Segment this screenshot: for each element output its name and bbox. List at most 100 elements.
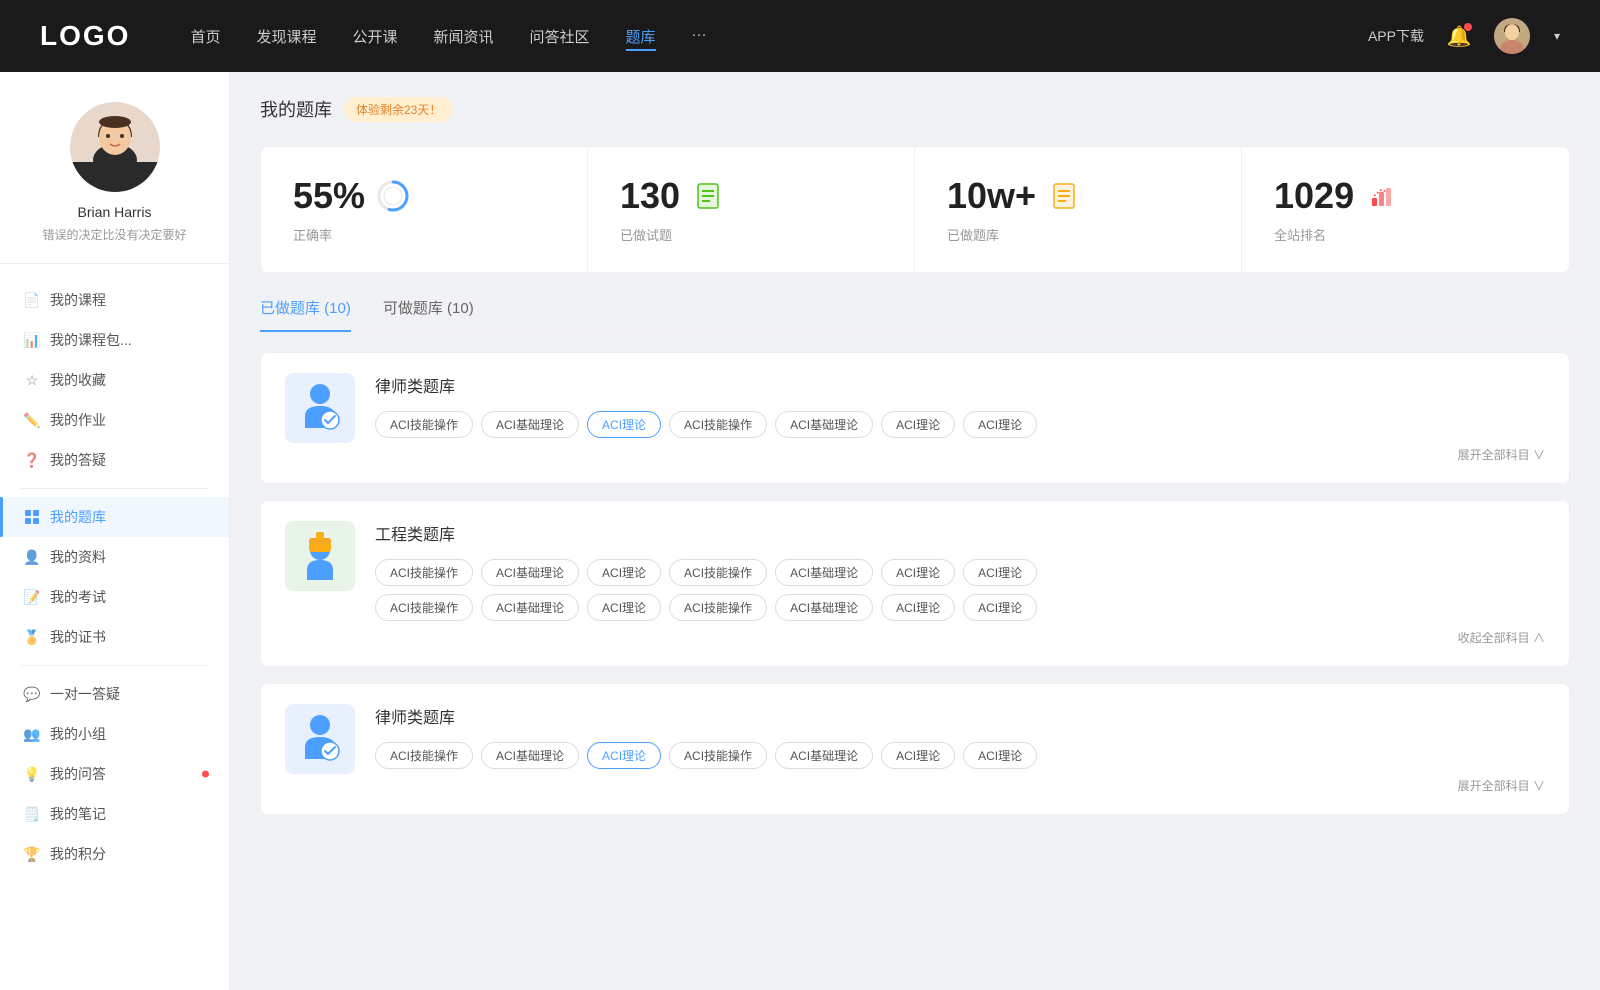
tags-row-engineer-1: ACI技能操作 ACI基础理论 ACI理论 ACI技能操作 ACI基础理论 AC… bbox=[375, 559, 1545, 586]
sidebar-item-my-qa[interactable]: 💡 我的问答 bbox=[0, 754, 229, 794]
sidebar-item-qbank[interactable]: 我的题库 bbox=[0, 497, 229, 537]
tag-aci-skill-2[interactable]: ACI技能操作 bbox=[669, 411, 767, 438]
tag-aci-skill-1[interactable]: ACI技能操作 bbox=[375, 411, 473, 438]
tab-row: 已做题库 (10) 可做题库 (10) bbox=[260, 297, 1570, 332]
person-icon: 👤 bbox=[24, 549, 40, 565]
qbank-name-engineer: 工程类题库 bbox=[375, 521, 1545, 545]
app-download[interactable]: APP下载 bbox=[1368, 26, 1424, 46]
user-motto: 错误的决定比没有决定要好 bbox=[42, 226, 186, 243]
sidebar-item-my-courses[interactable]: 📄 我的课程 bbox=[0, 280, 229, 320]
tag-aci-theory-active-1[interactable]: ACI理论 bbox=[587, 411, 661, 438]
expand-link-lawyer-1[interactable]: 展开全部科目 ∨ bbox=[375, 446, 1545, 463]
tag-law2-theory-3[interactable]: ACI理论 bbox=[963, 742, 1037, 769]
sidebar-item-favorites[interactable]: ☆ 我的收藏 bbox=[0, 360, 229, 400]
tag-aci-basic-2[interactable]: ACI基础理论 bbox=[775, 411, 873, 438]
qbank-card-engineer: 工程类题库 ACI技能操作 ACI基础理论 ACI理论 ACI技能操作 ACI基… bbox=[260, 500, 1570, 667]
doc-icon: 📝 bbox=[24, 589, 40, 605]
sidebar-item-label: 我的积分 bbox=[50, 844, 106, 864]
tag-eng-theory-2[interactable]: ACI理论 bbox=[881, 559, 955, 586]
tag-eng-basic-2[interactable]: ACI基础理论 bbox=[775, 559, 873, 586]
nav-link-qa[interactable]: 问答社区 bbox=[530, 22, 590, 51]
tab-available-banks[interactable]: 可做题库 (10) bbox=[383, 297, 474, 332]
qa-icon: 💡 bbox=[24, 766, 40, 782]
sidebar-item-homework[interactable]: ✏️ 我的作业 bbox=[0, 400, 229, 440]
tag-eng-basic-1[interactable]: ACI基础理论 bbox=[481, 559, 579, 586]
nav-link-more[interactable]: ··· bbox=[692, 22, 707, 51]
tag-law2-basic-1[interactable]: ACI基础理论 bbox=[481, 742, 579, 769]
stat-accuracy: 55% 正确率 bbox=[261, 147, 588, 272]
stat-number-banks: 10w+ bbox=[947, 175, 1036, 217]
tag-aci-theory-2[interactable]: ACI理论 bbox=[881, 411, 955, 438]
engineer-icon bbox=[295, 528, 345, 584]
avatar-dropdown-arrow[interactable]: ▾ bbox=[1554, 29, 1560, 43]
page-title: 我的题库 bbox=[260, 96, 332, 122]
sidebar-item-label: 一对一答疑 bbox=[50, 684, 120, 704]
menu-divider-1 bbox=[20, 488, 209, 489]
sidebar-item-notes[interactable]: 🗒️ 我的笔记 bbox=[0, 794, 229, 834]
stat-number-rank: 1029 bbox=[1274, 175, 1354, 217]
tag-law2-theory-2[interactable]: ACI理论 bbox=[881, 742, 955, 769]
tag-law2-theory-active[interactable]: ACI理论 bbox=[587, 742, 661, 769]
stat-label-accuracy: 正确率 bbox=[293, 225, 555, 244]
qbank-name-lawyer-2: 律师类题库 bbox=[375, 704, 1545, 728]
sidebar-item-questions[interactable]: ❓ 我的答疑 bbox=[0, 440, 229, 480]
logo: LOGO bbox=[40, 20, 130, 52]
medal-icon: 🏆 bbox=[24, 846, 40, 862]
tag-law2-skill-1[interactable]: ACI技能操作 bbox=[375, 742, 473, 769]
tag-eng-skill-1[interactable]: ACI技能操作 bbox=[375, 559, 473, 586]
sidebar-item-label: 我的课程 bbox=[50, 290, 106, 310]
sidebar-item-course-packages[interactable]: 📊 我的课程包... bbox=[0, 320, 229, 360]
qbank-content-engineer: 工程类题库 ACI技能操作 ACI基础理论 ACI理论 ACI技能操作 ACI基… bbox=[375, 521, 1545, 646]
nav-link-qbank[interactable]: 题库 bbox=[626, 22, 656, 51]
tag-eng-theory-4[interactable]: ACI理论 bbox=[587, 594, 661, 621]
sidebar-item-label: 我的课程包... bbox=[50, 330, 132, 350]
tag-eng-theory-5[interactable]: ACI理论 bbox=[881, 594, 955, 621]
stat-rank: 1029 全站排名 bbox=[1242, 147, 1569, 272]
tag-eng-skill-2[interactable]: ACI技能操作 bbox=[669, 559, 767, 586]
tag-aci-theory-3[interactable]: ACI理论 bbox=[963, 411, 1037, 438]
sidebar-item-group[interactable]: 👥 我的小组 bbox=[0, 714, 229, 754]
tag-law2-skill-2[interactable]: ACI技能操作 bbox=[669, 742, 767, 769]
qbank-card-lawyer-1: 律师类题库 ACI技能操作 ACI基础理论 ACI理论 ACI技能操作 ACI基… bbox=[260, 352, 1570, 484]
expand-link-lawyer-2[interactable]: 展开全部科目 ∨ bbox=[375, 777, 1545, 794]
tag-eng-basic-3[interactable]: ACI基础理论 bbox=[481, 594, 579, 621]
tag-eng-skill-4[interactable]: ACI技能操作 bbox=[669, 594, 767, 621]
tag-eng-basic-4[interactable]: ACI基础理论 bbox=[775, 594, 873, 621]
lawyer-icon-2 bbox=[295, 711, 345, 767]
tag-eng-theory-1[interactable]: ACI理论 bbox=[587, 559, 661, 586]
nav-link-open[interactable]: 公开课 bbox=[352, 22, 397, 51]
bell-button[interactable]: 🔔 bbox=[1444, 21, 1474, 51]
qbank-content-lawyer-1: 律师类题库 ACI技能操作 ACI基础理论 ACI理论 ACI技能操作 ACI基… bbox=[375, 373, 1545, 463]
collapse-link-engineer[interactable]: 收起全部科目 ∧ bbox=[375, 629, 1545, 646]
doc-green-icon bbox=[692, 180, 724, 212]
stat-label-rank: 全站排名 bbox=[1274, 225, 1537, 244]
chart-bar-icon: 📊 bbox=[24, 332, 40, 348]
sidebar-item-profile[interactable]: 👤 我的资料 bbox=[0, 537, 229, 577]
sidebar-item-label: 我的作业 bbox=[50, 410, 106, 430]
user-avatar[interactable] bbox=[1494, 18, 1530, 54]
sidebar-user-section: Brian Harris 错误的决定比没有决定要好 bbox=[0, 102, 229, 264]
sidebar-item-exam[interactable]: 📝 我的考试 bbox=[0, 577, 229, 617]
sidebar-item-certificate[interactable]: 🏅 我的证书 bbox=[0, 617, 229, 657]
tag-eng-theory-3[interactable]: ACI理论 bbox=[963, 559, 1037, 586]
nav-link-courses[interactable]: 发现课程 bbox=[256, 22, 316, 51]
sidebar: Brian Harris 错误的决定比没有决定要好 📄 我的课程 📊 我的课程包… bbox=[0, 72, 230, 990]
tag-aci-basic-1[interactable]: ACI基础理论 bbox=[481, 411, 579, 438]
nav-link-home[interactable]: 首页 bbox=[190, 22, 220, 51]
tag-eng-theory-6[interactable]: ACI理论 bbox=[963, 594, 1037, 621]
stats-grid: 55% 正确率 130 bbox=[260, 146, 1570, 273]
trial-badge: 体验剩余23天！ bbox=[344, 97, 453, 122]
tag-eng-skill-3[interactable]: ACI技能操作 bbox=[375, 594, 473, 621]
sidebar-item-label: 我的收藏 bbox=[50, 370, 106, 390]
sidebar-avatar bbox=[70, 102, 160, 192]
menu-divider-2 bbox=[20, 665, 209, 666]
sidebar-item-label: 我的答疑 bbox=[50, 450, 106, 470]
sidebar-item-points[interactable]: 🏆 我的积分 bbox=[0, 834, 229, 874]
main-content: 我的题库 体验剩余23天！ 55% 正确率 bbox=[230, 72, 1600, 990]
sidebar-item-one-on-one[interactable]: 💬 一对一答疑 bbox=[0, 674, 229, 714]
tab-done-banks[interactable]: 已做题库 (10) bbox=[260, 297, 351, 332]
tag-law2-basic-2[interactable]: ACI基础理论 bbox=[775, 742, 873, 769]
qbank-card-lawyer-2: 律师类题库 ACI技能操作 ACI基础理论 ACI理论 ACI技能操作 ACI基… bbox=[260, 683, 1570, 815]
chat-icon: 💬 bbox=[24, 686, 40, 702]
nav-link-news[interactable]: 新闻资讯 bbox=[434, 22, 494, 51]
